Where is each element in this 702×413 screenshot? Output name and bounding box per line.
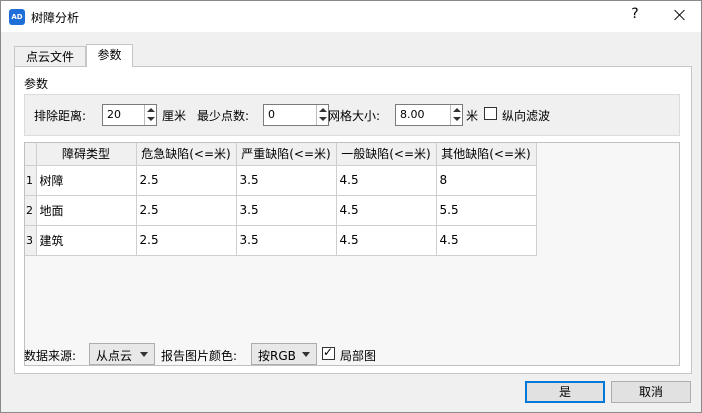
table-cell[interactable]: 2.5: [136, 225, 237, 256]
data-source-value: 从点云: [96, 349, 133, 363]
spin-buttons[interactable]: [316, 105, 328, 125]
table-cell[interactable]: 树障: [36, 165, 137, 196]
ok-button[interactable]: 是: [525, 381, 605, 403]
table-header-row: 障碍类型 危急缺陷(<=米) 严重缺陷(<=米) 一般缺陷(<=米) 其他缺陷(…: [25, 143, 537, 166]
exclude-distance-label: 排除距离:: [34, 109, 87, 123]
spin-up-icon[interactable]: [147, 108, 155, 112]
local-map-label: 局部图: [340, 349, 377, 363]
exclude-distance-value: 20: [107, 108, 121, 121]
help-button[interactable]: ?: [627, 6, 643, 26]
row-number[interactable]: 2: [25, 195, 37, 226]
table-cell[interactable]: 2.5: [136, 165, 237, 196]
dialog-window: AD 树障分析 ? 点云文件 参数 参数 排除距离: 20 厘米 最少点数: 0…: [0, 0, 702, 413]
grid-size-label: 网格大小:: [328, 109, 381, 123]
spin-up-icon[interactable]: [319, 108, 327, 112]
column-header[interactable]: 危急缺陷(<=米): [136, 143, 237, 166]
column-header[interactable]: 其他缺陷(<=米): [436, 143, 537, 166]
local-map-checkbox[interactable]: [322, 345, 335, 360]
column-header[interactable]: 一般缺陷(<=米): [336, 143, 437, 166]
cancel-button[interactable]: 取消: [611, 381, 691, 403]
table-cell[interactable]: 8: [436, 165, 537, 196]
table-row: 1 树障 2.5 3.5 4.5 8: [25, 165, 537, 196]
table-corner: [25, 143, 37, 166]
table-cell[interactable]: 4.5: [336, 165, 437, 196]
table-row: 2 地面 2.5 3.5 4.5 5.5: [25, 195, 537, 226]
window-title: 树障分析: [31, 11, 80, 25]
chevron-down-icon: [302, 352, 310, 357]
table-cell[interactable]: 3.5: [236, 225, 337, 256]
spin-down-icon[interactable]: [319, 117, 327, 121]
spin-buttons[interactable]: [450, 105, 462, 125]
min-points-value: 0: [268, 108, 275, 121]
table-cell[interactable]: 4.5: [336, 195, 437, 226]
row-number[interactable]: 1: [25, 165, 37, 196]
exclude-distance-unit: 厘米: [162, 109, 187, 123]
tab-parameters[interactable]: 参数: [86, 44, 133, 67]
grid-size-unit: 米: [466, 109, 479, 123]
min-points-label: 最少点数:: [197, 109, 250, 123]
table-cell[interactable]: 建筑: [36, 225, 137, 256]
report-color-value: 按RGB: [258, 349, 296, 363]
grid-size-value: 8.00: [400, 108, 425, 121]
defect-table: 障碍类型 危急缺陷(<=米) 严重缺陷(<=米) 一般缺陷(<=米) 其他缺陷(…: [24, 142, 680, 366]
title-bar: AD 树障分析 ?: [1, 1, 701, 32]
data-source-label: 数据来源:: [24, 349, 77, 363]
table-cell[interactable]: 4.5: [336, 225, 437, 256]
table-row: 3 建筑 2.5 3.5 4.5 4.5: [25, 225, 537, 256]
vertical-filter-label: 纵向滤波: [502, 109, 551, 123]
data-source-dropdown[interactable]: 从点云: [89, 343, 155, 365]
table-cell[interactable]: 2.5: [136, 195, 237, 226]
min-points-spinbox[interactable]: 0: [263, 104, 329, 126]
vertical-filter-checkbox[interactable]: [484, 107, 497, 120]
column-header[interactable]: 严重缺陷(<=米): [236, 143, 337, 166]
row-number[interactable]: 3: [25, 225, 37, 256]
table-cell[interactable]: 3.5: [236, 165, 337, 196]
exclude-distance-spinbox[interactable]: 20: [102, 104, 157, 126]
spin-up-icon[interactable]: [453, 108, 461, 112]
grid-size-spinbox[interactable]: 8.00: [395, 104, 463, 126]
spin-down-icon[interactable]: [453, 117, 461, 121]
table-cell[interactable]: 4.5: [436, 225, 537, 256]
params-group-label: 参数: [24, 77, 49, 91]
params-group: 排除距离: 20 厘米 最少点数: 0 网格大小: 8.00 米 纵向滤波: [24, 94, 680, 136]
table-cell[interactable]: 3.5: [236, 195, 337, 226]
spin-buttons[interactable]: [144, 105, 156, 125]
report-color-dropdown[interactable]: 按RGB: [251, 343, 317, 365]
column-header[interactable]: 障碍类型: [36, 143, 137, 166]
table-cell[interactable]: 5.5: [436, 195, 537, 226]
report-color-label: 报告图片颜色:: [161, 349, 238, 363]
table-cell[interactable]: 地面: [36, 195, 137, 226]
tab-point-cloud-files[interactable]: 点云文件: [14, 46, 86, 66]
chevron-down-icon: [140, 352, 148, 357]
app-logo-icon: AD: [9, 9, 25, 25]
close-icon[interactable]: [669, 5, 691, 27]
spin-down-icon[interactable]: [147, 117, 155, 121]
